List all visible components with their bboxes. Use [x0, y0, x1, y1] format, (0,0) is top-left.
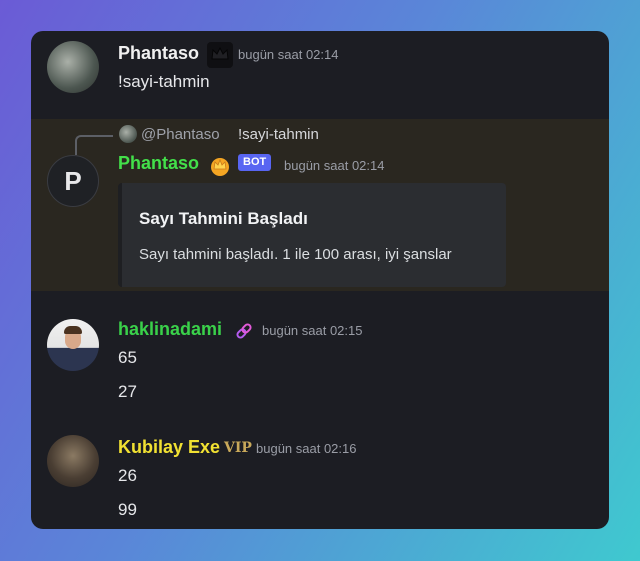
message: Kubilay Exe VIP bugün saat 02:16 26 99 — [31, 431, 609, 529]
message-content: 26 — [118, 466, 137, 485]
message: Phantaso bugün saat 02:14 !sayi-tahmin — [31, 31, 609, 119]
crown-icon — [207, 42, 233, 68]
avatar[interactable] — [47, 435, 99, 487]
avatar-letter: P — [64, 165, 82, 196]
timestamp: bugün saat 02:16 — [256, 441, 357, 456]
avatar-hair — [64, 326, 82, 334]
link-icon — [234, 321, 254, 346]
avatar[interactable]: P — [47, 155, 99, 207]
reply-mention[interactable]: @Phantaso — [141, 126, 220, 143]
message-content: 99 — [118, 500, 137, 519]
author-name[interactable]: Phantaso — [118, 43, 199, 64]
message-highlighted: @Phantaso !sayi-tahmin P Phantaso BOT bu… — [31, 119, 609, 291]
chat-panel: Phantaso bugün saat 02:14 !sayi-tahmin @… — [31, 31, 609, 529]
embed-title: Sayı Tahmini Başladı — [139, 209, 308, 228]
vip-badge: VIP — [224, 440, 252, 456]
avatar[interactable] — [47, 41, 99, 93]
reply-connector — [75, 135, 113, 155]
reply-text[interactable]: !sayi-tahmin — [238, 126, 319, 143]
crown-icon — [208, 154, 232, 181]
reply-avatar — [119, 125, 137, 143]
timestamp: bugün saat 02:15 — [262, 323, 363, 338]
message: haklinadami bugün saat 02:15 65 27 — [31, 307, 609, 437]
author-name[interactable]: haklinadami — [118, 319, 222, 340]
author-name[interactable]: Phantaso — [118, 153, 199, 174]
bot-badge: BOT — [238, 154, 272, 171]
message-content: 27 — [118, 382, 137, 401]
timestamp: bugün saat 02:14 — [238, 47, 339, 62]
author-name[interactable]: Kubilay Exe — [118, 437, 220, 458]
timestamp: bugün saat 02:14 — [284, 158, 385, 173]
avatar[interactable] — [47, 319, 99, 371]
message-content: 65 — [118, 348, 137, 367]
embed-description: Sayı tahmini başladı. 1 ile 100 arası, i… — [139, 246, 452, 263]
message-content: !sayi-tahmin — [118, 72, 210, 91]
embed-card: Sayı Tahmini Başladı Sayı tahmini başlad… — [118, 183, 506, 287]
